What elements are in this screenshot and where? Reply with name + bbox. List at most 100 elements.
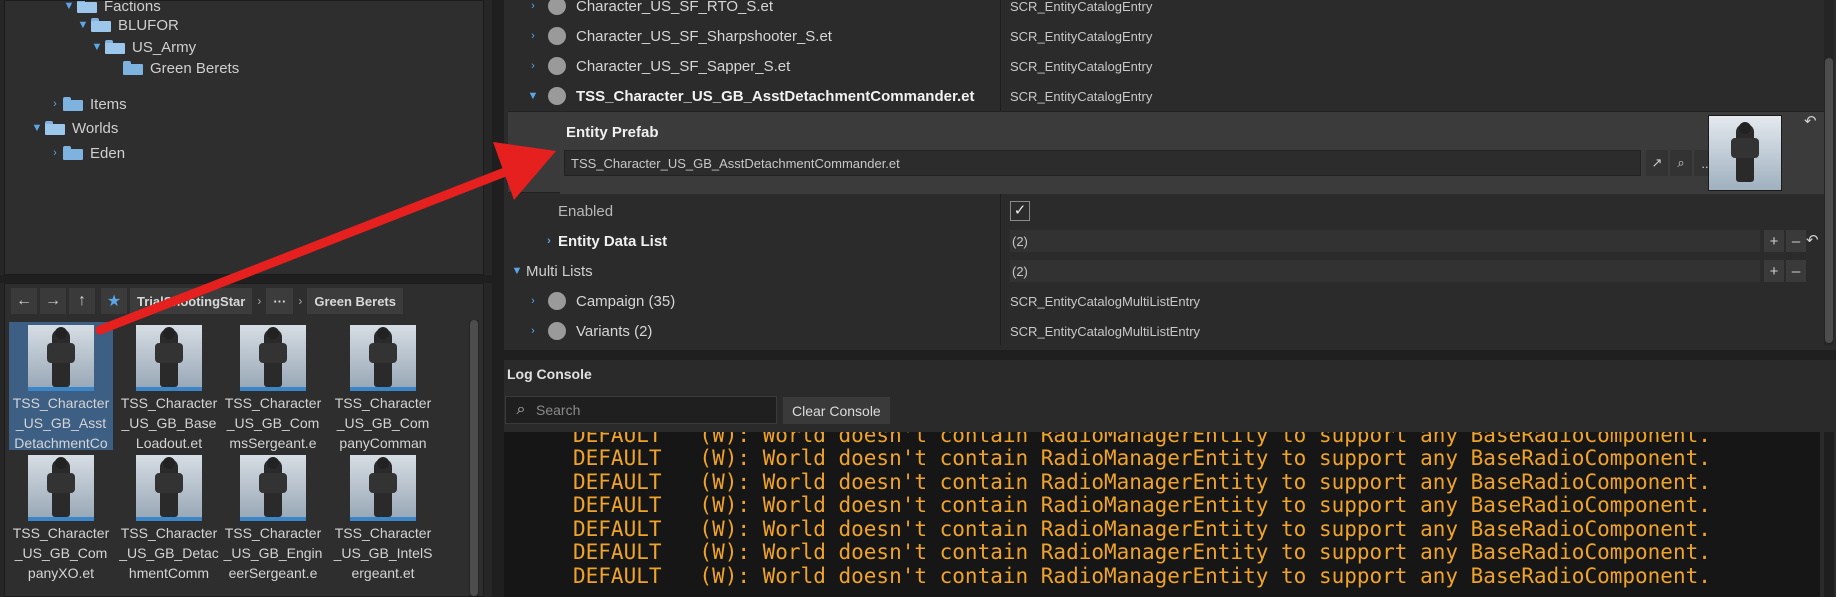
- tree-item-items[interactable]: › Items: [47, 92, 127, 116]
- browser-scrollbar[interactable]: [469, 320, 479, 596]
- favorite-button[interactable]: ★: [101, 288, 127, 314]
- splitter-vertical[interactable]: [492, 0, 504, 597]
- chevron-down-icon[interactable]: ▼: [29, 122, 45, 134]
- scrollbar-thumb[interactable]: [1825, 58, 1833, 343]
- file-tile[interactable]: TSS_Character_US_GB_CompanyXO.et: [9, 452, 113, 581]
- chevron-right-icon[interactable]: ›: [524, 295, 542, 307]
- forward-button[interactable]: →: [40, 288, 66, 314]
- up-button[interactable]: ↑: [69, 288, 95, 314]
- catalog-entry-row-expanded[interactable]: ▼ TSS_Character_US_GB_AsstDetachmentComm…: [504, 81, 1820, 111]
- chevron-down-icon[interactable]: ▼: [61, 1, 77, 12]
- search-icon: ⌕: [516, 401, 526, 418]
- chevron-right-icon[interactable]: ›: [524, 0, 542, 12]
- minus-icon: –: [1791, 232, 1801, 250]
- minus-icon: –: [1791, 262, 1801, 280]
- remove-button[interactable]: –: [1786, 260, 1806, 282]
- entry-circle-icon: [548, 57, 566, 75]
- add-button[interactable]: +: [1764, 230, 1784, 252]
- breadcrumb-root[interactable]: TrialShootingStar: [130, 288, 253, 314]
- splitter-horizontal[interactable]: [0, 275, 492, 283]
- file-name: TSS_Character_US_GB_CommsSergeant.e: [224, 395, 322, 451]
- resource-browser: ← → ↑ ★ TrialShootingStar › ··· › Green …: [4, 283, 484, 597]
- log-output[interactable]: DEFAULT (W): World doesn't contain Radio…: [504, 432, 1820, 597]
- console-scrollbar[interactable]: [1824, 432, 1834, 597]
- catalog-entry-row[interactable]: › Character_US_SF_RTO_S.et SCR_EntityCat…: [504, 0, 1820, 21]
- entry-circle-icon: [548, 87, 566, 105]
- folder-icon: [77, 1, 97, 13]
- entity-data-list-row[interactable]: › Entity Data List (2) + – ↶: [504, 226, 1820, 256]
- tree-item-eden[interactable]: › Eden: [47, 141, 125, 165]
- catalog-entry-row[interactable]: › Character_US_SF_Sharpshooter_S.et SCR_…: [504, 21, 1820, 51]
- chevron-down-icon[interactable]: ▼: [89, 41, 105, 53]
- chevron-down-icon[interactable]: ▼: [75, 19, 91, 31]
- multi-lists-row[interactable]: ▼ Multi Lists (2) + –: [504, 256, 1820, 286]
- console-search-input[interactable]: [536, 402, 766, 418]
- scrollbar-thumb[interactable]: [470, 320, 478, 596]
- properties-scrollbar[interactable]: [1824, 0, 1834, 345]
- file-tile[interactable]: TSS_Character_US_GB_IntelSergeant.et: [331, 452, 435, 581]
- chevron-down-icon[interactable]: ▼: [508, 265, 526, 277]
- console-search-box[interactable]: ⌕: [505, 396, 777, 424]
- chevron-right-icon[interactable]: ›: [540, 235, 558, 247]
- remove-button[interactable]: –: [1786, 230, 1806, 252]
- clear-console-button[interactable]: Clear Console: [783, 397, 890, 424]
- checkmark-icon: ✓: [1013, 202, 1027, 219]
- chevron-right-icon[interactable]: ›: [524, 30, 542, 42]
- file-tile[interactable]: TSS_Character_US_GB_AsstDetachmentCo: [9, 322, 113, 451]
- chevron-right-icon[interactable]: ›: [47, 147, 63, 159]
- entry-circle-icon: [548, 292, 566, 310]
- chevron-right-icon[interactable]: ›: [524, 325, 542, 337]
- file-tile[interactable]: TSS_Character_US_GB_DetachmentComm: [117, 452, 221, 581]
- breadcrumb-current[interactable]: Green Berets: [307, 288, 403, 314]
- prefab-thumbnail: [28, 455, 94, 521]
- reset-icon[interactable]: ↶: [1806, 231, 1819, 249]
- prefab-thumbnail: [28, 325, 94, 391]
- add-button[interactable]: +: [1764, 260, 1784, 282]
- file-grid: TSS_Character_US_GB_AsstDetachmentCo TSS…: [7, 320, 467, 596]
- file-tile[interactable]: TSS_Character_US_GB_BaseLoadout.et: [117, 322, 221, 451]
- enabled-checkbox[interactable]: ✓: [1010, 201, 1030, 221]
- chevron-right-icon: ›: [298, 294, 303, 308]
- file-name: TSS_Character_US_GB_BaseLoadout.et: [120, 395, 218, 451]
- chevron-right-icon: ›: [257, 294, 262, 308]
- entity-prefab-box: Entity Prefab TSS_Character_US_GB_AsstDe…: [560, 112, 1824, 194]
- back-button[interactable]: ←: [11, 288, 37, 314]
- properties-panel: › Character_US_SF_RTO_S.et SCR_EntityCat…: [504, 0, 1836, 350]
- enabled-row: Enabled ✓: [504, 196, 1820, 226]
- prefab-thumbnail: [136, 455, 202, 521]
- open-external-button[interactable]: ↗: [1646, 150, 1668, 176]
- plus-icon: +: [1769, 232, 1779, 250]
- folder-icon: [45, 121, 65, 135]
- entry-circle-icon: [548, 27, 566, 45]
- catalog-entry-row[interactable]: › Character_US_SF_Sapper_S.et SCR_Entity…: [504, 51, 1820, 81]
- file-name: TSS_Character_US_GB_EngineerSergeant.e: [223, 525, 323, 581]
- log-console-title: Log Console: [507, 366, 592, 382]
- prefab-thumbnail: [240, 325, 306, 391]
- folder-tree: ▼ Factions ▼ BLUFOR ▼ US_Army Green Bere…: [4, 0, 484, 275]
- file-tile[interactable]: TSS_Character_US_GB_CompanyComman: [331, 322, 435, 451]
- left-column: ▼ Factions ▼ BLUFOR ▼ US_Army Green Bere…: [0, 0, 492, 597]
- file-tile[interactable]: TSS_Character_US_GB_EngineerSergeant.e: [221, 452, 325, 581]
- find-resource-button[interactable]: ⌕: [1670, 150, 1692, 176]
- multi-list-entry-row[interactable]: › Variants (2) SCR_EntityCatalogMultiLis…: [504, 316, 1820, 346]
- file-tile[interactable]: TSS_Character_US_GB_CommsSergeant.e: [221, 322, 325, 451]
- prefab-thumbnail: [136, 325, 202, 391]
- splitter-horizontal[interactable]: [504, 350, 1836, 360]
- log-line: DEFAULT (W): World doesn't contain Radio…: [573, 564, 1711, 588]
- chevron-right-icon[interactable]: ›: [47, 98, 63, 110]
- star-icon: ★: [106, 293, 122, 310]
- tree-item-worlds[interactable]: ▼ Worlds: [29, 116, 119, 140]
- multi-list-entry-row[interactable]: › Campaign (35) SCR_EntityCatalogMultiLi…: [504, 286, 1820, 316]
- tree-item-green-berets[interactable]: Green Berets: [123, 56, 239, 80]
- breadcrumb-overflow[interactable]: ···: [266, 288, 294, 314]
- chevron-down-icon[interactable]: ▼: [524, 90, 542, 102]
- log-line: DEFAULT (W): World doesn't contain Radio…: [573, 517, 1711, 541]
- reset-icon[interactable]: ↶: [1804, 112, 1817, 130]
- chevron-right-icon[interactable]: ›: [524, 60, 542, 72]
- folder-icon: [105, 40, 125, 54]
- folder-icon: [63, 97, 83, 111]
- prefab-thumbnail: [240, 455, 306, 521]
- tree-item-blufor[interactable]: ▼ BLUFOR: [75, 13, 179, 37]
- entity-prefab-field[interactable]: TSS_Character_US_GB_AsstDetachmentComman…: [564, 150, 1641, 176]
- prefab-thumbnail: [350, 455, 416, 521]
